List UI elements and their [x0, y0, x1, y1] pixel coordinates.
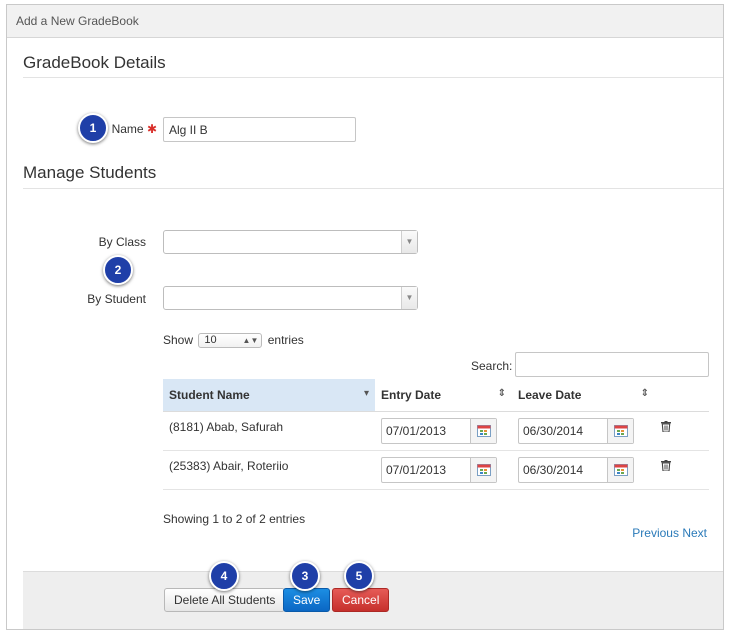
- by-class-select[interactable]: ▼: [163, 230, 418, 254]
- table-info: Showing 1 to 2 of 2 entries: [163, 512, 306, 526]
- sort-desc-icon: ▾: [363, 388, 369, 399]
- column-label: Leave Date: [518, 387, 582, 402]
- previous-page-link[interactable]: Previous: [632, 526, 679, 540]
- chevron-down-icon: ▼: [401, 231, 417, 253]
- details-heading: GradeBook Details: [23, 53, 166, 72]
- leave-date-value: 06/30/2014: [523, 423, 584, 438]
- cancel-button[interactable]: Cancel: [332, 588, 390, 612]
- divider: [23, 188, 723, 189]
- row-actions-cell: [655, 450, 709, 490]
- delete-all-students-button[interactable]: Delete All Students: [164, 588, 286, 612]
- callout-badge-2: 2: [103, 255, 133, 285]
- student-name-cell: (25383) Abair, Roteriio: [163, 450, 375, 490]
- calendar-icon[interactable]: [607, 418, 633, 443]
- calendar-icon[interactable]: [470, 457, 496, 482]
- students-table: Student Name ▾ Entry Date ⇕ Leave Date ⇕…: [163, 379, 709, 490]
- entry-date-cell: 07/01/2013: [375, 450, 512, 490]
- column-header-student-name[interactable]: Student Name ▾: [163, 379, 375, 412]
- dialog-title: Add a New GradeBook: [7, 5, 723, 38]
- leave-date-cell: 06/30/2014: [512, 411, 655, 451]
- name-input[interactable]: [163, 117, 356, 142]
- by-class-label: By Class: [98, 235, 146, 249]
- trash-icon[interactable]: [661, 459, 671, 474]
- column-label: Student Name: [169, 387, 250, 402]
- callout-badge-5: 5: [344, 561, 374, 591]
- entry-date-field[interactable]: 07/01/2013: [381, 417, 497, 444]
- search-label: Search:: [471, 359, 513, 373]
- leave-date-cell: 06/30/2014: [512, 450, 655, 490]
- table-row: (8181) Abab, Safurah 07/01/2013 06/30/20…: [163, 411, 709, 451]
- leave-date-field[interactable]: 06/30/2014: [518, 456, 634, 483]
- calendar-icon[interactable]: [607, 457, 633, 482]
- search-input[interactable]: [515, 352, 709, 377]
- callout-badge-3: 3: [290, 561, 320, 591]
- chevron-down-icon: ▼: [401, 287, 417, 309]
- required-icon: ✱: [146, 122, 157, 136]
- table-header-row: Student Name ▾ Entry Date ⇕ Leave Date ⇕: [163, 379, 709, 412]
- show-label: Show: [163, 333, 194, 347]
- entry-date-value: 07/01/2013: [386, 423, 447, 438]
- pagination: Previous Next: [632, 526, 707, 540]
- column-header-leave-date[interactable]: Leave Date ⇕: [512, 379, 655, 412]
- table-row: (25383) Abair, Roteriio 07/01/2013 06/30…: [163, 450, 709, 490]
- entries-value: 10: [204, 334, 217, 347]
- trash-icon[interactable]: [661, 420, 671, 435]
- stepper-icon: ▲▼: [242, 336, 259, 346]
- entries-select[interactable]: 10 ▲▼: [198, 333, 263, 349]
- next-page-link[interactable]: Next: [682, 526, 707, 540]
- entry-date-value: 07/01/2013: [386, 462, 447, 477]
- sort-icon: ⇕: [497, 388, 506, 399]
- name-label-text: Name: [111, 122, 144, 136]
- gradebook-dialog: Add a New GradeBook GradeBook Details Na…: [6, 4, 724, 630]
- leave-date-field[interactable]: 06/30/2014: [518, 417, 634, 444]
- calendar-icon[interactable]: [470, 418, 496, 443]
- leave-date-value: 06/30/2014: [523, 462, 584, 477]
- by-student-select[interactable]: ▼: [163, 286, 418, 310]
- column-header-actions: [655, 379, 709, 412]
- sort-icon: ⇕: [640, 388, 649, 399]
- entries-length-control: Show 10 ▲▼ entries: [163, 333, 304, 349]
- save-button[interactable]: Save: [283, 588, 331, 612]
- divider: [23, 77, 723, 78]
- row-actions-cell: [655, 411, 709, 451]
- manage-students-heading: Manage Students: [23, 163, 157, 182]
- entries-label: entries: [267, 333, 304, 347]
- callout-badge-1: 1: [78, 113, 108, 143]
- column-label: Entry Date: [381, 387, 442, 402]
- student-name-cell: (8181) Abab, Safurah: [163, 411, 375, 451]
- by-student-label: By Student: [87, 292, 146, 306]
- column-header-entry-date[interactable]: Entry Date ⇕: [375, 379, 512, 412]
- callout-badge-4: 4: [209, 561, 239, 591]
- entry-date-field[interactable]: 07/01/2013: [381, 456, 497, 483]
- entry-date-cell: 07/01/2013: [375, 411, 512, 451]
